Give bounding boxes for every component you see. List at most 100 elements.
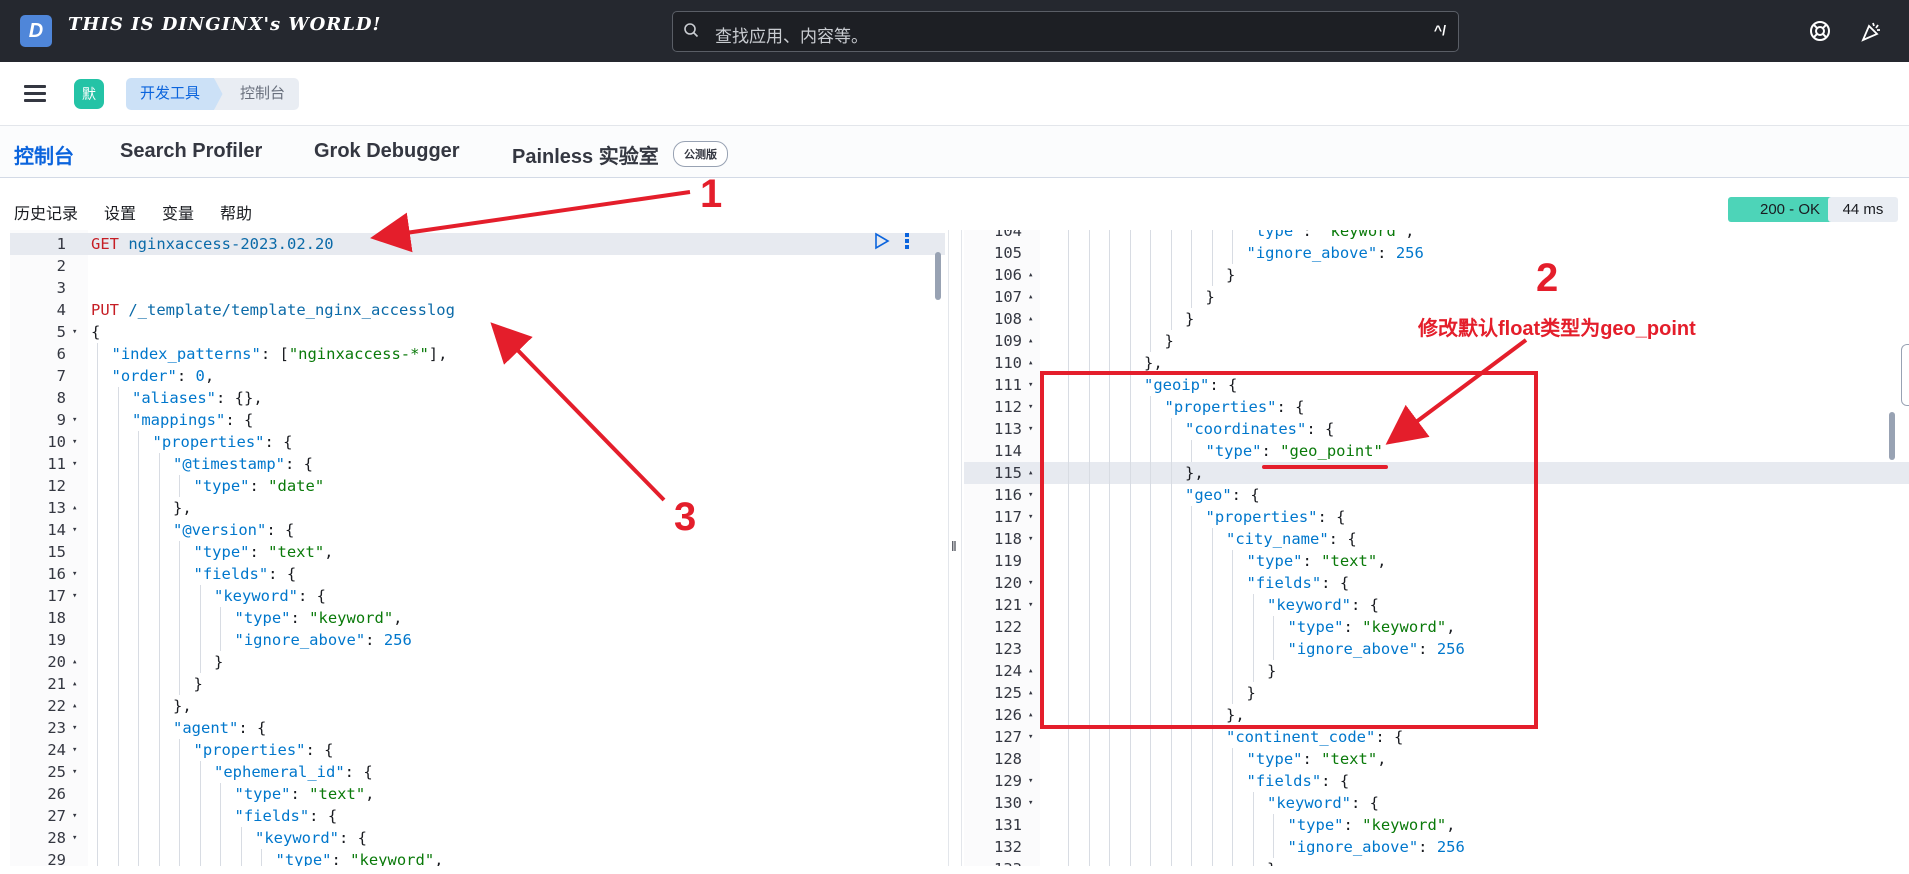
code-line: 20 ▴} <box>10 651 945 673</box>
fold-expand-icon[interactable]: ▴ <box>72 695 77 717</box>
indent-guide <box>97 651 98 673</box>
fold-expand-icon[interactable]: ▴ <box>1028 286 1033 308</box>
fold-collapse-icon[interactable]: ▾ <box>72 453 77 475</box>
indent-guide <box>1150 814 1151 836</box>
menu-icon[interactable] <box>24 85 46 103</box>
indent-guide <box>138 563 139 585</box>
indent-guide <box>138 497 139 519</box>
fold-collapse-icon[interactable]: ▾ <box>1028 572 1033 594</box>
indent-guide <box>1068 836 1069 858</box>
fold-collapse-icon[interactable]: ▾ <box>72 321 77 343</box>
indent-guide <box>1109 792 1110 814</box>
fold-expand-icon[interactable]: ▴ <box>1028 462 1033 484</box>
tab-search-profiler[interactable]: Search Profiler <box>120 140 262 163</box>
fold-collapse-icon[interactable]: ▾ <box>1028 484 1033 506</box>
indent-guide <box>158 849 160 866</box>
indent-guide <box>158 585 160 607</box>
fold-collapse-icon[interactable]: ▾ <box>72 409 77 431</box>
indent-guide <box>1252 858 1254 866</box>
tab-painless-lab[interactable]: Painless 实验室 <box>512 140 659 169</box>
indent-guide <box>220 607 221 629</box>
fold-expand-icon[interactable]: ▴ <box>72 651 77 673</box>
response-scrollbar[interactable] <box>1889 412 1895 460</box>
help-button[interactable]: 帮助 <box>220 200 252 224</box>
search-icon <box>684 23 699 38</box>
fold-expand-icon[interactable]: ▴ <box>72 497 77 519</box>
fold-expand-icon[interactable]: ▴ <box>1028 858 1033 866</box>
fold-collapse-icon[interactable]: ▾ <box>1028 792 1033 814</box>
indent-guide <box>199 607 201 629</box>
variables-button[interactable]: 变量 <box>162 200 194 224</box>
fold-collapse-icon[interactable]: ▾ <box>72 519 77 541</box>
indent-guide <box>117 519 119 541</box>
indent-guide <box>138 453 139 475</box>
search-shortcut: ^/ <box>1433 22 1446 38</box>
code-line: 24 ▾ "properties": { <box>10 739 945 761</box>
request-editor[interactable]: 1 GET nginxaccess-2023.02.20 2 3 4 PUT /_temp… <box>10 230 945 866</box>
code-text: "order": 0, <box>111 367 215 385</box>
fold-expand-icon[interactable]: ▴ <box>1028 264 1033 286</box>
fold-collapse-icon[interactable]: ▾ <box>72 431 77 453</box>
fold-collapse-icon[interactable]: ▾ <box>1028 528 1033 550</box>
request-scrollbar[interactable] <box>935 252 941 300</box>
line-number: 26 <box>47 785 66 803</box>
code-line: 5 ▾ { <box>10 321 945 343</box>
fold-collapse-icon[interactable]: ▾ <box>72 739 77 761</box>
fold-expand-icon[interactable]: ▴ <box>1028 660 1033 682</box>
help-icon[interactable] <box>1808 19 1832 43</box>
indent-guide <box>1109 814 1110 836</box>
pane-resizer[interactable]: ‖ <box>948 230 962 866</box>
space-avatar[interactable]: 默 <box>74 79 104 109</box>
app-logo[interactable]: D <box>20 15 52 47</box>
indent-guide <box>1211 726 1213 748</box>
code-text: "type": "keyword", <box>1246 230 1415 240</box>
indent-guide <box>1273 814 1274 836</box>
indent-guide <box>1170 748 1172 770</box>
history-button[interactable]: 历史记录 <box>14 200 78 224</box>
fold-collapse-icon[interactable]: ▾ <box>72 717 77 739</box>
more-actions-icon[interactable] <box>904 232 912 250</box>
fold-collapse-icon[interactable]: ▾ <box>1028 418 1033 440</box>
fold-collapse-icon[interactable]: ▾ <box>1028 374 1033 396</box>
indent-guide <box>1211 748 1213 770</box>
line-number: 7 <box>56 367 66 385</box>
line-number: 2 <box>56 257 66 275</box>
fold-collapse-icon[interactable]: ▾ <box>72 563 77 585</box>
highlight-underline <box>1262 465 1388 469</box>
fold-collapse-icon[interactable]: ▾ <box>1028 396 1033 418</box>
code-text: "fields": { <box>193 565 297 583</box>
settings-button[interactable]: 设置 <box>104 200 136 224</box>
line-number: 11 <box>47 455 66 473</box>
play-icon[interactable] <box>874 232 890 250</box>
code-line: 14 ▾ "@version": { <box>10 519 945 541</box>
fold-collapse-icon[interactable]: ▾ <box>72 585 77 607</box>
fold-expand-icon[interactable]: ▴ <box>72 673 77 695</box>
code-text: "type": "text", <box>193 543 334 561</box>
indent-guide <box>1068 858 1069 866</box>
breadcrumb-dev-tools[interactable]: 开发工具 <box>126 78 227 110</box>
news-feed-icon[interactable] <box>1860 19 1884 43</box>
fold-expand-icon[interactable]: ▴ <box>1028 352 1033 374</box>
edge-handle[interactable] <box>1901 344 1909 406</box>
annotation-label-3: 3 <box>674 495 697 539</box>
fold-collapse-icon[interactable]: ▾ <box>72 805 77 827</box>
fold-expand-icon[interactable]: ▴ <box>1028 330 1033 352</box>
fold-expand-icon[interactable]: ▴ <box>1028 704 1033 726</box>
fold-expand-icon[interactable]: ▴ <box>1028 682 1033 704</box>
fold-collapse-icon[interactable]: ▾ <box>1028 770 1033 792</box>
tab-grok-debugger[interactable]: Grok Debugger <box>314 140 460 163</box>
global-search[interactable]: 查找应用、内容等。 ^/ <box>672 11 1459 52</box>
fold-collapse-icon[interactable]: ▾ <box>1028 726 1033 748</box>
indent-guide <box>1068 286 1069 308</box>
code-text: PUT /_template/template_nginx_accesslog <box>91 301 455 319</box>
fold-collapse-icon[interactable]: ▾ <box>1028 506 1033 528</box>
line-number: 24 <box>47 741 66 759</box>
console-toolbar: 历史记录 设置 变量 帮助 <box>0 178 1909 230</box>
indent-guide <box>1150 792 1151 814</box>
fold-expand-icon[interactable]: ▴ <box>1028 308 1033 330</box>
fold-collapse-icon[interactable]: ▾ <box>1028 594 1033 616</box>
code-text: "type": "keyword", <box>234 609 403 627</box>
indent-guide <box>1170 726 1172 748</box>
fold-collapse-icon[interactable]: ▾ <box>72 827 77 849</box>
fold-collapse-icon[interactable]: ▾ <box>72 761 77 783</box>
